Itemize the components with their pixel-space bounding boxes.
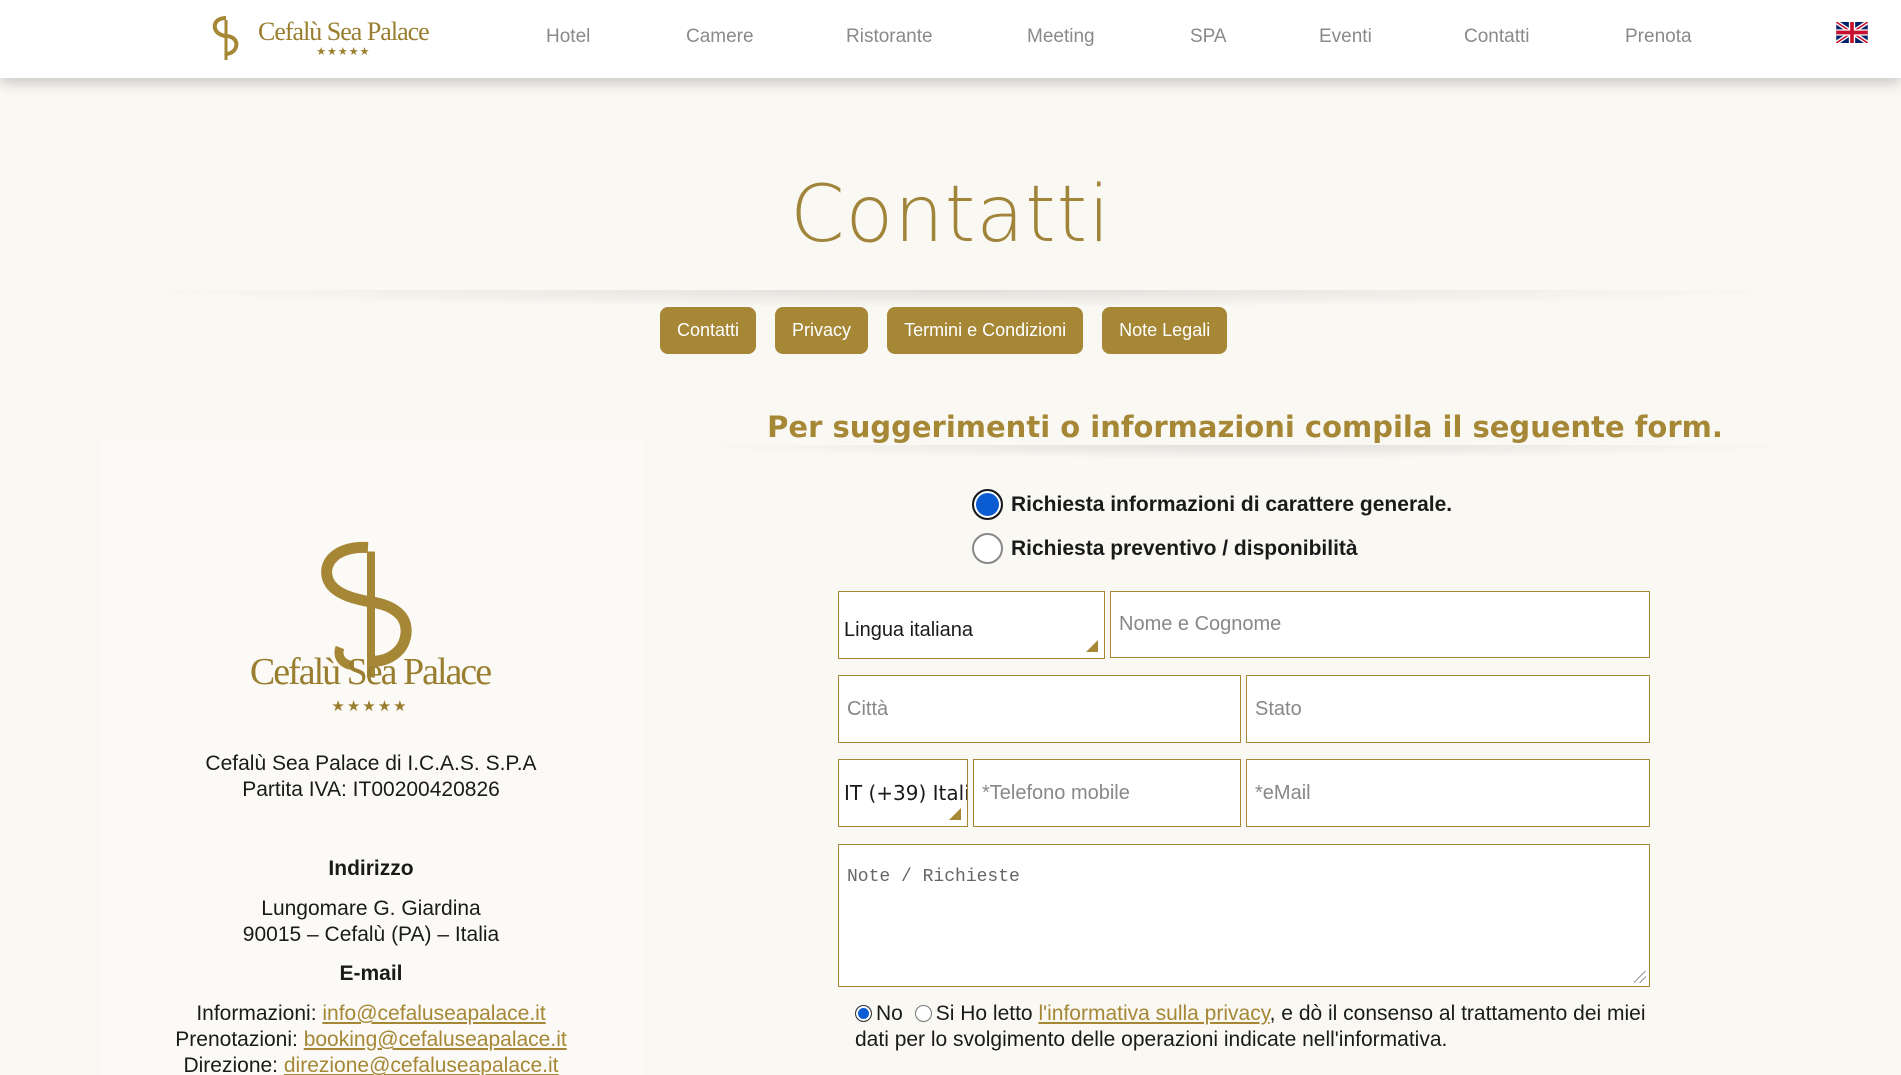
request-general-option[interactable]: Richiesta informazioni di carattere gene… [972, 489, 1452, 520]
email-booking-link[interactable]: booking@cefaluseapalace.it [304, 1028, 567, 1051]
email-info-label: Informazioni: [196, 1002, 323, 1025]
full-name-placeholder: Nome e Cognome [1119, 613, 1282, 635]
email-info-line: Informazioni: info@cefaluseapalace.it [100, 1002, 642, 1026]
hotel-logo-stars: ★★★★★ [331, 698, 409, 715]
header-brand: Cefalù Sea Palace ★★★★★ [258, 16, 430, 58]
email-direzione-label: Direzione: [183, 1054, 284, 1075]
nav-item-hotel[interactable]: Hotel [546, 26, 590, 48]
request-quote-radio[interactable] [972, 533, 1003, 564]
state-placeholder: Stato [1255, 697, 1302, 720]
city-input[interactable]: Città [838, 675, 1241, 743]
request-general-label: Richiesta informazioni di carattere gene… [1011, 492, 1453, 516]
nav-item-meeting[interactable]: Meeting [1027, 26, 1095, 48]
company-name: Cefalù Sea Palace di I.C.A.S. S.P.A [205, 752, 537, 775]
form-heading: Per suggerimenti o informazioni compila … [767, 410, 1723, 444]
email-booking-label: Prenotazioni: [175, 1028, 304, 1051]
phone-prefix-value: IT (+39) Italia [844, 781, 967, 805]
company-vat: Partita IVA: IT00200420826 [242, 778, 500, 801]
state-input[interactable]: Stato [1246, 675, 1650, 743]
tab-termini-e-condizioni[interactable]: Termini e Condizioni [887, 307, 1084, 354]
nav-item-prenota[interactable]: Prenota [1625, 26, 1692, 48]
email-direzione-link[interactable]: direzione@cefaluseapalace.it [284, 1054, 559, 1075]
request-general-radio[interactable] [972, 489, 1003, 520]
consent-text-before: Ho letto [954, 1002, 1039, 1025]
title-divider [110, 290, 1810, 308]
header-logo[interactable]: Cefalù Sea Palace ★★★★★ [208, 12, 448, 64]
logo-monogram-icon [212, 16, 239, 60]
address-heading: Indirizzo [328, 857, 414, 880]
nav-item-camere[interactable]: Camere [686, 26, 754, 48]
header-brand-stars: ★★★★★ [316, 45, 371, 58]
nav-item-contatti[interactable]: Contatti [1464, 26, 1529, 48]
tab-contatti[interactable]: Contatti [660, 307, 757, 354]
email-heading: E-mail [339, 962, 403, 985]
privacy-policy-link[interactable]: l'informativa sulla privacy [1038, 1002, 1269, 1025]
consent-yes-radio[interactable] [914, 1005, 932, 1022]
email-info-link[interactable]: info@cefaluseapalace.it [322, 1002, 545, 1025]
consent-yes-label: Si [935, 1002, 955, 1025]
page-tabs: Contatti Privacy Termini e Condizioni No… [660, 307, 1228, 354]
tab-note-legali[interactable]: Note Legali [1102, 307, 1228, 354]
top-navigation-bar: Cefalù Sea Palace ★★★★★ Hotel Camere Ris… [0, 0, 1901, 78]
nav-item-spa[interactable]: SPA [1190, 26, 1227, 48]
request-quote-label: Richiesta preventivo / disponibilità [1011, 536, 1358, 560]
mobile-phone-placeholder: *Telefono mobile [982, 781, 1130, 804]
language-select[interactable]: Lingua italiana [838, 591, 1105, 659]
nav-item-eventi[interactable]: Eventi [1319, 26, 1372, 48]
full-name-input[interactable]: Nome e Cognome [1110, 591, 1650, 658]
hotel-logo-wordmark: Cefalù Sea Palace [249, 651, 492, 693]
address-line-2: 90015 – Cefalù (PA) – Italia [242, 923, 500, 946]
notes-placeholder: Note / Richieste [847, 867, 1020, 887]
email-input[interactable]: *eMail [1246, 759, 1650, 827]
consent-no-label: No [876, 1002, 903, 1025]
nav-item-ristorante[interactable]: Ristorante [846, 26, 933, 48]
address-line-1: Lungomare G. Giardina [261, 897, 481, 920]
form-heading-divider [680, 445, 1810, 459]
privacy-consent: No Si Ho letto l'informativa sulla priva… [855, 1001, 1685, 1053]
uk-flag-icon[interactable] [1836, 22, 1868, 43]
email-placeholder: *eMail [1255, 781, 1311, 804]
notes-textarea[interactable]: Note / Richieste [838, 844, 1650, 987]
email-direzione-line: Direzione: direzione@cefaluseapalace.it [100, 1054, 642, 1075]
consent-no-radio[interactable] [855, 1005, 872, 1022]
phone-prefix-select[interactable]: IT (+39) Italia [838, 759, 968, 827]
header-brand-name: Cefalù Sea Palace [258, 16, 430, 46]
mobile-phone-input[interactable]: *Telefono mobile [973, 759, 1241, 827]
select-arrow-icon [1086, 640, 1098, 652]
request-quote-option[interactable]: Richiesta preventivo / disponibilità [972, 533, 1358, 564]
email-booking-line: Prenotazioni: booking@cefaluseapalace.it [100, 1028, 642, 1052]
resize-handle-icon[interactable] [1634, 971, 1646, 983]
page-title: Contatti [790, 170, 1111, 260]
tab-privacy[interactable]: Privacy [775, 307, 869, 354]
select-arrow-icon [949, 808, 961, 820]
city-placeholder: Città [847, 697, 889, 720]
language-select-value: Lingua italiana [844, 618, 973, 641]
